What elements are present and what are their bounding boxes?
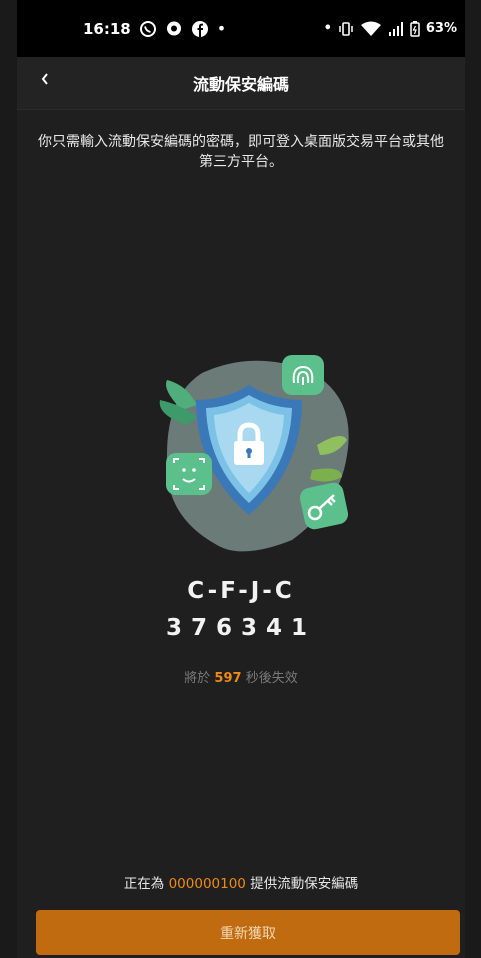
- status-bar: 16:18 • • 63%: [17, 0, 465, 57]
- chat-bubble-icon: [166, 21, 181, 35]
- whatsapp-icon: [139, 20, 156, 37]
- page-title: 流動保安編碼: [192, 75, 289, 94]
- back-button[interactable]: [39, 71, 51, 92]
- battery-icon: [410, 20, 420, 37]
- fingerprint-icon: [282, 355, 324, 395]
- code-digits: 376341: [165, 615, 317, 641]
- main-panel: 你只需輸入流動保安編碼的密碼，即可登入桌面版交易平台或其他第三方平台。 C-F-…: [17, 110, 465, 958]
- battery-level: 63%: [425, 21, 457, 36]
- signal-icon: [388, 21, 403, 36]
- description-text: 你只需輸入流動保安編碼的密碼，即可登入桌面版交易平台或其他第三方平台。: [38, 134, 444, 170]
- code-letters: C-F-J-C: [187, 578, 295, 604]
- face-id-icon: [166, 453, 212, 495]
- expiry-seconds: 597: [214, 671, 242, 686]
- status-time: 16:18: [83, 19, 131, 38]
- security-shield-illustration: [159, 355, 349, 552]
- chevron-left-icon: [41, 73, 48, 85]
- app-bar: 流動保安編碼: [17, 57, 465, 110]
- vibrate-icon: [339, 21, 353, 36]
- provider-prefix: 正在為: [123, 876, 169, 892]
- facebook-icon: [191, 20, 208, 37]
- wifi-icon: [360, 21, 381, 36]
- expiry-suffix: 秒後失效: [241, 671, 298, 686]
- provider-text: 正在為 000000100 提供流動保安編碼: [17, 872, 465, 892]
- provider-suffix: 提供流動保安編碼: [245, 876, 359, 892]
- refresh-button[interactable]: 重新獲取: [36, 910, 460, 955]
- expiry-prefix: 將於: [184, 671, 215, 686]
- expiry-text: 將於 597 秒後失效: [17, 667, 465, 686]
- dot-icon: •: [216, 19, 227, 38]
- account-number: 000000100: [168, 876, 246, 892]
- dot-icon: •: [323, 21, 332, 36]
